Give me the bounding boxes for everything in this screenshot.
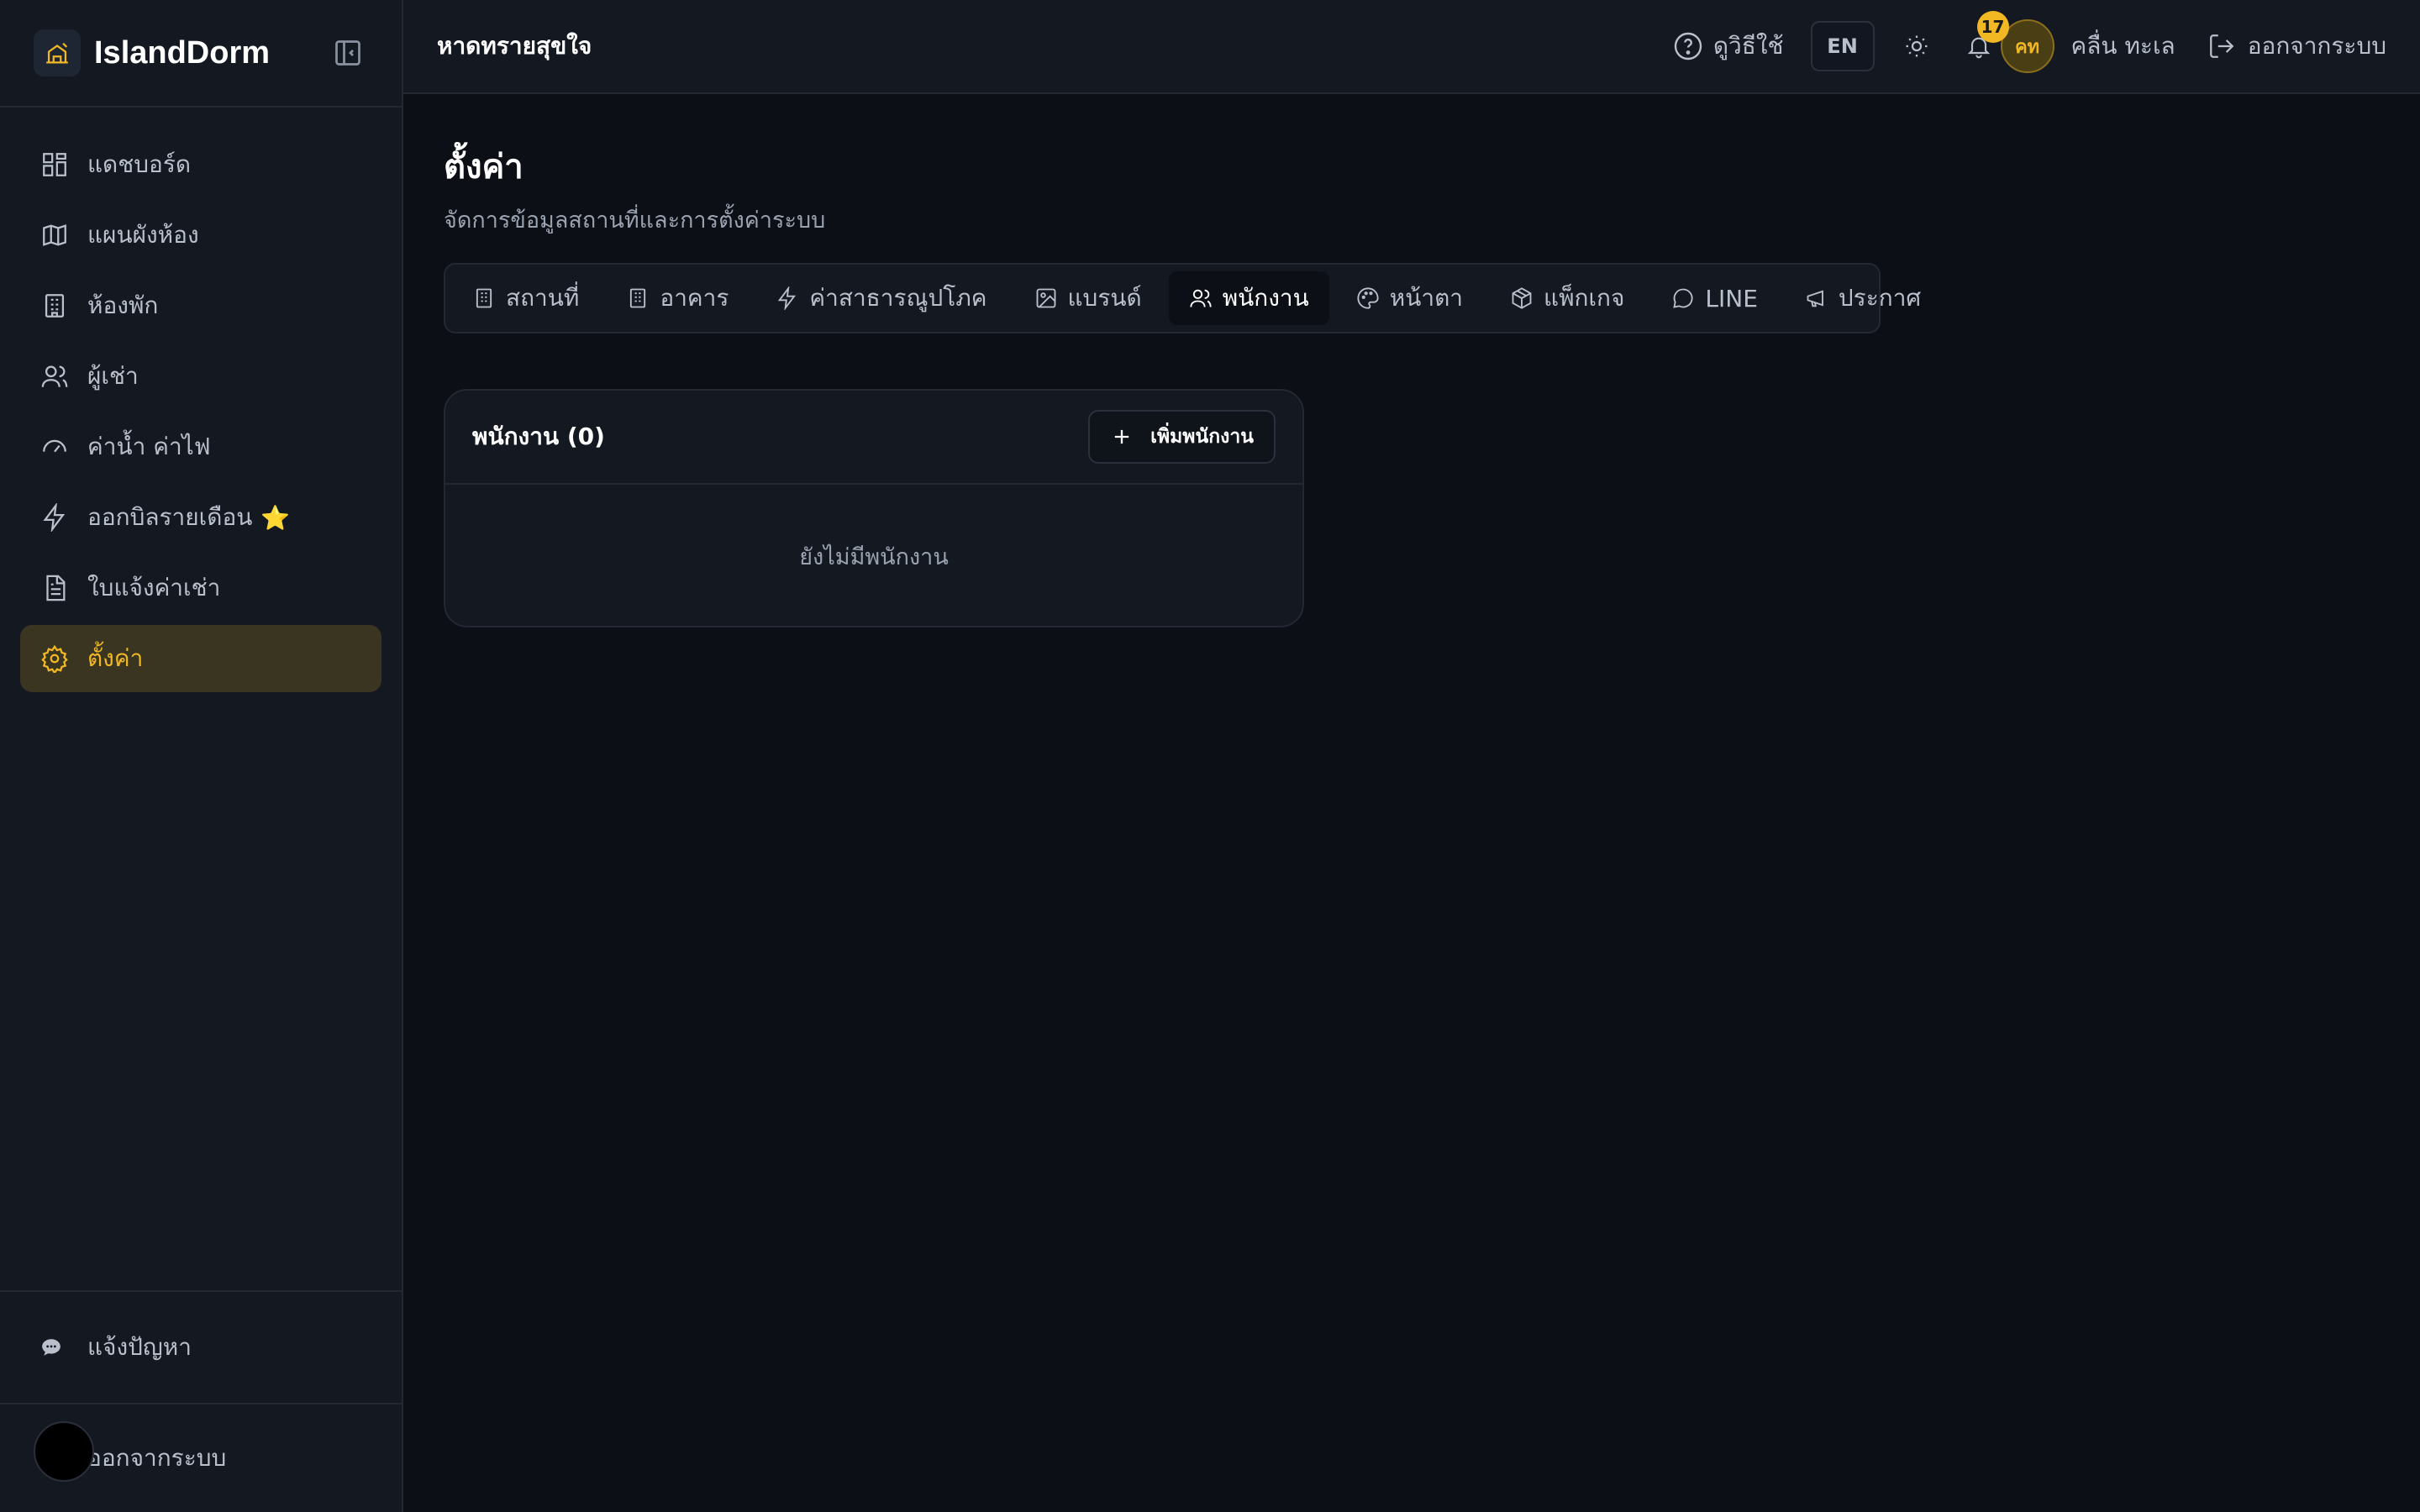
add-staff-button[interactable]: เพิ่มพนักงาน (1088, 410, 1276, 464)
sidebar-item-label: ใบแจ้งค่าเช่า (87, 574, 221, 601)
sidebar-collapse-icon (335, 40, 360, 66)
megaphone-icon (1807, 290, 1823, 307)
sidebar-item-label: แดชบอร์ด (87, 150, 192, 178)
sidebar-item-label: ห้องพัก (87, 291, 159, 319)
tab-package[interactable]: แพ็กเกจ (1490, 271, 1644, 325)
tab-label: ประกาศ (1838, 284, 1922, 312)
settings-content: ตั้งค่า จัดการข้อมูลสถานที่และการตั้งค่า… (403, 94, 2420, 669)
staff-card-title: พนักงาน (0) (472, 423, 605, 450)
gear-icon (41, 644, 68, 673)
package-icon (1512, 287, 1532, 309)
tab-label: สถานที่ (506, 284, 580, 312)
building-icon (630, 288, 646, 308)
logo-icon (34, 29, 81, 76)
sidebar-item-label: ค่าน้ำ ค่าไฟ (87, 433, 211, 460)
users-icon (41, 365, 68, 387)
document-icon (46, 575, 66, 601)
language-toggle-button[interactable]: EN (1810, 21, 1875, 71)
image-icon (1036, 288, 1055, 308)
sidebar-logout-label: ออกจากระบบ (87, 1444, 227, 1472)
tab-buildings[interactable]: อาคาร (606, 271, 749, 325)
tab-label: แบรนด์ (1067, 284, 1142, 312)
user-name: คลื่น ทะเล (2070, 32, 2175, 60)
location-name: หาดทรายสุขใจ (437, 32, 592, 60)
map-icon (43, 224, 66, 246)
sidebar-item-settings[interactable]: ตั้งค่า (20, 625, 381, 692)
help-circle-icon (1674, 32, 1702, 60)
lightning-icon (778, 286, 797, 310)
sidebar-item-monthly-billing[interactable]: ออกบิลรายเดือน ⭐ (20, 484, 381, 551)
tab-label: อาคาร (660, 284, 729, 312)
sidebar-item-rooms[interactable]: ห้องพัก (20, 272, 381, 339)
app-root: IslandDorm แดชบอร์ด แผนผังห้อง ห้องพัก ผ… (0, 0, 2420, 1512)
building-icon (45, 294, 65, 318)
palette-icon (1357, 287, 1379, 309)
gauge-icon (43, 439, 66, 453)
tab-location[interactable]: สถานที่ (452, 271, 599, 325)
chat-bubble-icon (42, 1339, 60, 1356)
brand-name: IslandDorm (94, 34, 271, 71)
star-icon: ⭐ (260, 503, 291, 532)
tab-announcements[interactable]: ประกาศ (1785, 271, 1941, 325)
sidebar-logout-button[interactable]: ออกจากระบบ (0, 1403, 402, 1512)
staff-card-header: พนักงาน (0) เพิ่มพนักงาน (445, 391, 1302, 485)
logout-icon (2209, 34, 2234, 58)
plus-icon (1114, 429, 1129, 444)
sidebar-nav: แดชบอร์ด แผนผังห้อง ห้องพัก ผู้เช่า ค่าน… (0, 108, 402, 719)
add-staff-label: เพิ่มพนักงาน (1150, 426, 1254, 448)
report-issue-label: แจ้งปัญหา (87, 1333, 192, 1361)
notifications-button[interactable]: 17 (1962, 11, 2009, 63)
tab-label: หน้าตา (1389, 284, 1464, 312)
tab-utilities[interactable]: ค่าสาธารณูปโภค (755, 271, 1007, 325)
topbar: หาดทรายสุขใจ ดูวิธีใช้ EN 17 คท คลื่น ทะ… (403, 0, 2420, 94)
sidebar-item-invoices[interactable]: ใบแจ้งค่าเช่า (20, 554, 381, 622)
sidebar-item-label: ออกบิลรายเดือน (87, 503, 253, 531)
help-button[interactable]: ดูวิธีใช้ (1673, 28, 1784, 65)
tab-label: LINE (1705, 284, 1758, 312)
dashboard-icon (43, 153, 66, 176)
tab-staff[interactable]: พนักงาน (1168, 271, 1329, 325)
brand-header: IslandDorm (0, 0, 402, 108)
lightning-icon (43, 503, 66, 532)
main-area: หาดทรายสุขใจ ดูวิธีใช้ EN 17 คท คลื่น ทะ… (403, 0, 2420, 1512)
topbar-logout-button[interactable]: ออกจากระบบ (2207, 28, 2386, 65)
sidebar-footer: แจ้งปัญหา ออกจากระบบ (0, 1290, 402, 1512)
tab-appearance[interactable]: หน้าตา (1336, 271, 1483, 325)
page-title: ตั้งค่า (444, 148, 523, 186)
tab-label: แพ็กเกจ (1544, 284, 1625, 312)
tab-line[interactable]: LINE (1651, 271, 1778, 325)
building-icon (476, 288, 492, 308)
staff-empty-state: ยังไม่มีพนักงาน (799, 543, 949, 570)
sidebar-item-dashboard[interactable]: แดชบอร์ด (20, 131, 381, 198)
users-icon (1190, 289, 1212, 307)
theme-toggle-button[interactable] (1900, 29, 1933, 63)
tab-brand[interactable]: แบรนด์ (1014, 271, 1162, 325)
sidebar-item-label: ผู้เช่า (87, 362, 139, 390)
sidebar-item-tenants[interactable]: ผู้เช่า (20, 343, 381, 410)
sidebar-item-utilities[interactable]: ค่าน้ำ ค่าไฟ (20, 413, 381, 480)
report-issue-button[interactable]: แจ้งปัญหา (0, 1290, 402, 1403)
topbar-logout-label: ออกจากระบบ (2247, 32, 2386, 60)
staff-card: พนักงาน (0) เพิ่มพนักงาน ยังไม่มีพนักงาน (444, 389, 1304, 627)
tab-label: พนักงาน (1222, 284, 1309, 312)
sidebar-item-label: ตั้งค่า (87, 644, 144, 672)
chat-icon (1673, 288, 1693, 308)
page-subtitle: จัดการข้อมูลสถานที่และการตั้งค่าระบบ (444, 207, 826, 234)
sidebar-item-room-map[interactable]: แผนผังห้อง (20, 202, 381, 269)
user-circle-avatar (34, 1421, 94, 1482)
sidebar: IslandDorm แดชบอร์ด แผนผังห้อง ห้องพัก ผ… (0, 0, 403, 1512)
tab-label: ค่าสาธารณูปโภค (809, 284, 987, 312)
topbar-actions: ดูวิธีใช้ EN 17 คท คลื่น ทะเล ออกจากระบบ (1673, 0, 2386, 92)
collapse-sidebar-button[interactable] (328, 33, 368, 73)
notification-badge: 17 (1976, 11, 2009, 43)
settings-tabs: สถานที่ อาคาร ค่าสาธารณูปโภค แบรนด์ พนัก… (444, 263, 1921, 333)
sidebar-item-label: แผนผังห้อง (87, 221, 199, 249)
help-label: ดูวิธีใช้ (1712, 32, 1784, 60)
sun-icon (1906, 35, 1928, 57)
